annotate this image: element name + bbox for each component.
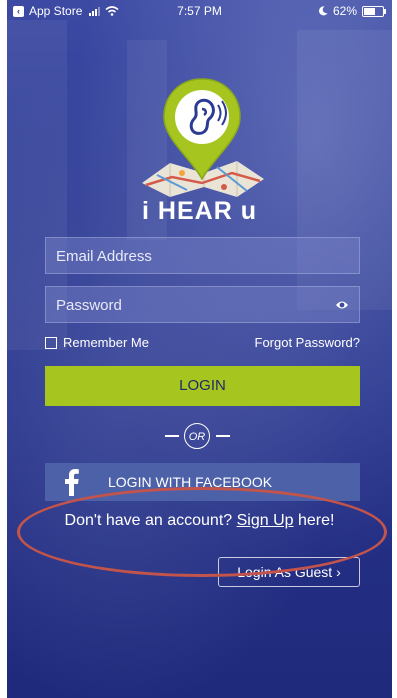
battery-icon xyxy=(362,5,386,17)
login-button[interactable]: LOGIN xyxy=(45,366,360,406)
or-badge: OR xyxy=(184,423,210,449)
remember-me-label: Remember Me xyxy=(63,335,149,350)
eye-icon[interactable] xyxy=(335,299,349,311)
moon-icon xyxy=(318,6,328,16)
app-screen: ‹ App Store 7:57 PM 62% i HEAR u Email A… xyxy=(7,0,392,698)
status-bar: ‹ App Store 7:57 PM 62% xyxy=(7,0,392,22)
remember-me-toggle[interactable]: Remember Me xyxy=(45,335,149,350)
password-field[interactable]: Password xyxy=(45,286,360,323)
battery-percent: 62% xyxy=(332,4,357,18)
annotation-ellipse xyxy=(17,487,387,577)
ear-pin-logo-icon xyxy=(142,78,264,197)
checkbox-icon[interactable] xyxy=(45,336,57,349)
email-field[interactable]: Email Address xyxy=(45,237,360,274)
email-placeholder: Email Address xyxy=(56,248,152,265)
password-placeholder: Password xyxy=(56,297,122,314)
facebook-icon xyxy=(65,469,79,496)
status-right: 62% xyxy=(318,0,386,22)
app-title: i HEAR u xyxy=(142,197,257,225)
or-divider: OR xyxy=(7,421,392,451)
divider-line xyxy=(165,435,179,437)
forgot-password-link[interactable]: Forgot Password? xyxy=(255,335,361,350)
divider-line xyxy=(216,435,230,437)
